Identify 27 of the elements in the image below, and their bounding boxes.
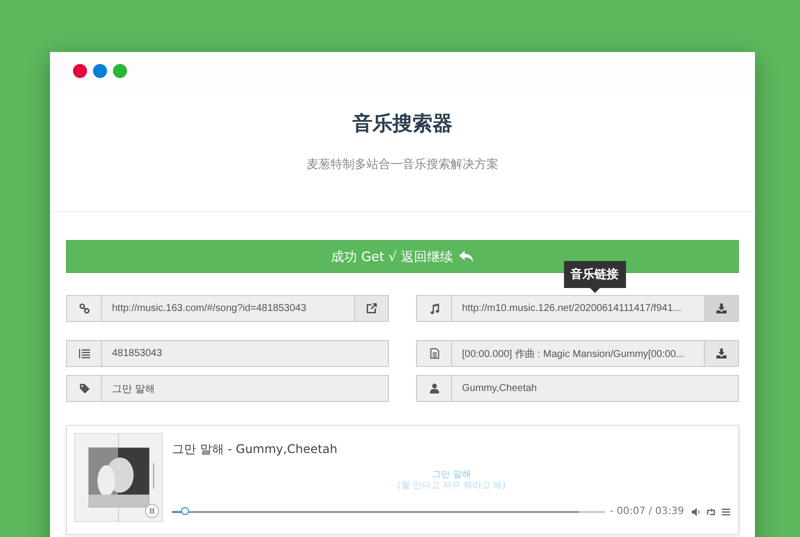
download-icon (716, 303, 727, 314)
field-value[interactable]: Gummy,Cheetah (452, 376, 738, 401)
download-button[interactable] (704, 341, 738, 366)
menu-icon[interactable] (721, 506, 731, 516)
loop-icon[interactable] (706, 506, 716, 516)
field-value[interactable]: [00:00.000] 作曲 : Magic Mansion/Gummy[00:00... (452, 341, 704, 366)
time-display: - 00:07 / 03:39 (610, 506, 684, 517)
field-value[interactable]: http://m10.music.126.net/20200614111417/f941... (452, 296, 704, 321)
window-dot[interactable] (93, 64, 107, 78)
field-value[interactable]: 그만 말해 (102, 376, 388, 401)
song-title: 그만 말해 - Gummy,Cheetah (172, 441, 338, 458)
progress-thumb[interactable] (180, 506, 189, 514)
field-value[interactable]: http://music.163.com/#/song?id=481853043 (102, 296, 354, 321)
app-subtitle: 麦葱特制多站合一音乐搜索解决方案 (306, 156, 500, 173)
lyric-line: 그만 말해 (431, 470, 472, 481)
reply-icon (458, 250, 474, 263)
window-dot[interactable] (73, 64, 87, 78)
lyric-line: (뭘 안다고 자꾸 뭐라고 해) (396, 481, 507, 492)
field-value[interactable]: 481853043 (102, 341, 388, 366)
open-link-button[interactable] (354, 296, 388, 321)
external-link-icon (366, 303, 377, 314)
download-button[interactable] (704, 296, 738, 321)
volume-icon[interactable] (691, 506, 701, 516)
tooltip-arrow (590, 288, 600, 293)
download-icon (716, 348, 727, 359)
window-dot[interactable] (113, 64, 127, 78)
app-title: 音乐搜索器 (352, 110, 454, 136)
